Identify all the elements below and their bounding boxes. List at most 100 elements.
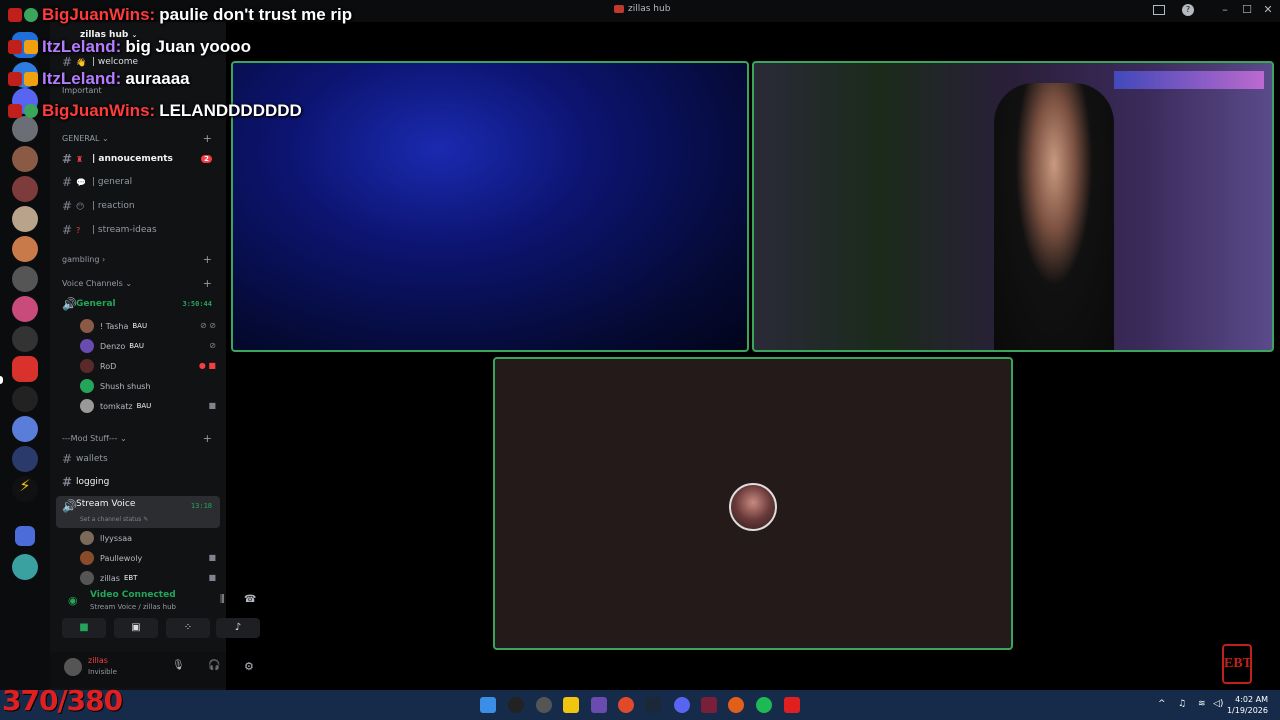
- soundboard-button[interactable]: ♪: [216, 618, 260, 638]
- voice-user[interactable]: Shush shush: [80, 377, 151, 395]
- app-icon[interactable]: [784, 697, 800, 713]
- screen-share-button[interactable]: ▣: [114, 618, 158, 638]
- help-icon[interactable]: ?: [1182, 4, 1194, 16]
- server-icon[interactable]: [12, 176, 38, 202]
- server-icon[interactable]: [12, 296, 38, 322]
- server-icon[interactable]: [12, 356, 38, 382]
- voice-user[interactable]: Denzo BAU: [80, 337, 144, 355]
- settings-gear-icon[interactable]: ⚙: [244, 660, 254, 673]
- voice-user[interactable]: ! Tasha BAU: [80, 317, 147, 335]
- server-icon[interactable]: [12, 146, 38, 172]
- disconnect-icon[interactable]: ☎: [244, 594, 256, 605]
- add-channel-icon[interactable]: +: [203, 432, 212, 445]
- hash-icon: #: [62, 223, 73, 237]
- server-icon[interactable]: [12, 206, 38, 232]
- server-icon[interactable]: [12, 236, 38, 262]
- chat-text: auraaaa: [125, 69, 190, 88]
- voice-user[interactable]: tomkatz BAU: [80, 397, 151, 415]
- wifi-icon[interactable]: ≋: [1198, 699, 1206, 709]
- discord-icon[interactable]: [674, 697, 690, 713]
- server-icon[interactable]: [12, 446, 38, 472]
- voice-user-name: llyyssaa: [100, 533, 133, 543]
- channel-annoucements[interactable]: # ♜ | annoucements 2: [56, 149, 220, 169]
- voice-user[interactable]: Paullewoly: [80, 549, 142, 567]
- add-channel-icon[interactable]: +: [203, 253, 212, 266]
- channel-general[interactable]: # 💬 | general: [56, 172, 220, 192]
- close-button[interactable]: ✕: [1260, 3, 1276, 16]
- video-tile-avatar[interactable]: [493, 357, 1013, 650]
- chat-badges: [8, 8, 38, 22]
- chat-badges: [8, 104, 38, 118]
- video-tile-dark-room[interactable]: [231, 61, 749, 352]
- selected-pill: [0, 376, 3, 384]
- camera-button[interactable]: ■: [62, 618, 106, 638]
- volume-icon[interactable]: ◁): [1213, 699, 1223, 709]
- channel-reaction[interactable]: # 😶 | reaction: [56, 196, 220, 216]
- windows-start-icon[interactable]: [480, 697, 496, 713]
- server-icon[interactable]: [12, 326, 38, 352]
- channel-status-text: Set a channel status: [80, 516, 142, 523]
- headphones-icon[interactable]: 🎧: [208, 660, 220, 671]
- ebt-badge-icon: [8, 72, 22, 86]
- noise-suppression-icon[interactable]: ⫼: [220, 594, 225, 605]
- chat-badges: [8, 72, 38, 86]
- voice-location[interactable]: Stream Voice / zillas hub: [90, 603, 176, 611]
- signal-icon: ◉: [68, 594, 78, 607]
- voice-channel-stream-voice[interactable]: 🔊 Stream Voice 13:18: [56, 496, 220, 528]
- server-icon[interactable]: [12, 266, 38, 292]
- app-icon: [614, 4, 624, 13]
- folder-icon[interactable]: [15, 526, 35, 546]
- speaker-icon: 🔊: [62, 499, 77, 513]
- server-icon[interactable]: [12, 386, 38, 412]
- chat-message: ItzLeland: auraaaa: [8, 66, 190, 92]
- video-tile-streamer[interactable]: [752, 61, 1274, 352]
- server-icon[interactable]: [12, 554, 38, 580]
- obs-icon[interactable]: [536, 697, 552, 713]
- spotify-icon[interactable]: [756, 697, 772, 713]
- voice-user[interactable]: RoD: [80, 357, 116, 375]
- firefox-icon[interactable]: [728, 697, 744, 713]
- maximize-button[interactable]: ☐: [1239, 3, 1255, 16]
- next-icon[interactable]: [701, 697, 717, 713]
- inbox-icon[interactable]: [1153, 5, 1165, 15]
- microphone-icon[interactable]: 🎙: [172, 660, 185, 671]
- channel-stream-ideas[interactable]: #? | stream-ideas: [56, 220, 220, 240]
- chrome-icon[interactable]: [618, 697, 634, 713]
- hash-icon: #: [62, 452, 73, 466]
- add-channel-icon[interactable]: +: [203, 277, 212, 290]
- avatar[interactable]: [64, 658, 82, 676]
- chat-username: BigJuanWins: [42, 101, 150, 120]
- avatar: [80, 319, 94, 333]
- lightning-icon[interactable]: ⚡: [12, 476, 38, 502]
- activities-button[interactable]: ⁘: [166, 618, 210, 638]
- microphone-icon[interactable]: ♫: [1178, 699, 1186, 709]
- channel-status[interactable]: Set a channel status ✎: [80, 516, 148, 523]
- voice-user[interactable]: zillas EBT: [80, 569, 137, 587]
- category-general[interactable]: GENERAL ⌄: [62, 134, 109, 143]
- app-grid-icon[interactable]: [591, 697, 607, 713]
- category-gambling[interactable]: gambling ›: [62, 255, 105, 264]
- steam-icon[interactable]: [645, 697, 661, 713]
- category-voice-channels[interactable]: Voice Channels ⌄: [62, 279, 132, 288]
- video-icon: ■: [208, 401, 216, 410]
- chat-username: ItzLeland: [42, 37, 116, 56]
- voice-user[interactable]: llyyssaa: [80, 529, 132, 547]
- crown-badge-icon: [24, 72, 38, 86]
- clock[interactable]: 4:02 AM 1/19/2026: [1227, 694, 1268, 716]
- add-channel-icon[interactable]: +: [203, 132, 212, 145]
- chevron-up-icon[interactable]: ^: [1158, 699, 1166, 709]
- channel-wallets[interactable]: # wallets: [56, 449, 220, 469]
- channel-label: | annoucements: [92, 154, 173, 164]
- server-icon[interactable]: [12, 416, 38, 442]
- clock-date: 1/19/2026: [1226, 706, 1268, 715]
- category-mod-stuff[interactable]: ---Mod Stuff--- ⌄: [62, 434, 127, 443]
- channel-logging[interactable]: # logging: [56, 472, 220, 492]
- minimize-button[interactable]: –: [1217, 3, 1233, 16]
- username[interactable]: zillas: [88, 656, 108, 665]
- search-icon[interactable]: [508, 697, 524, 713]
- voice-channel-general[interactable]: 🔊 General 3:50:44: [56, 294, 220, 314]
- chat-text: paulie don't trust me rip: [159, 5, 353, 24]
- file-explorer-icon[interactable]: [563, 697, 579, 713]
- voice-connected-status[interactable]: Video Connected: [90, 590, 176, 600]
- category-label: GENERAL: [62, 134, 100, 143]
